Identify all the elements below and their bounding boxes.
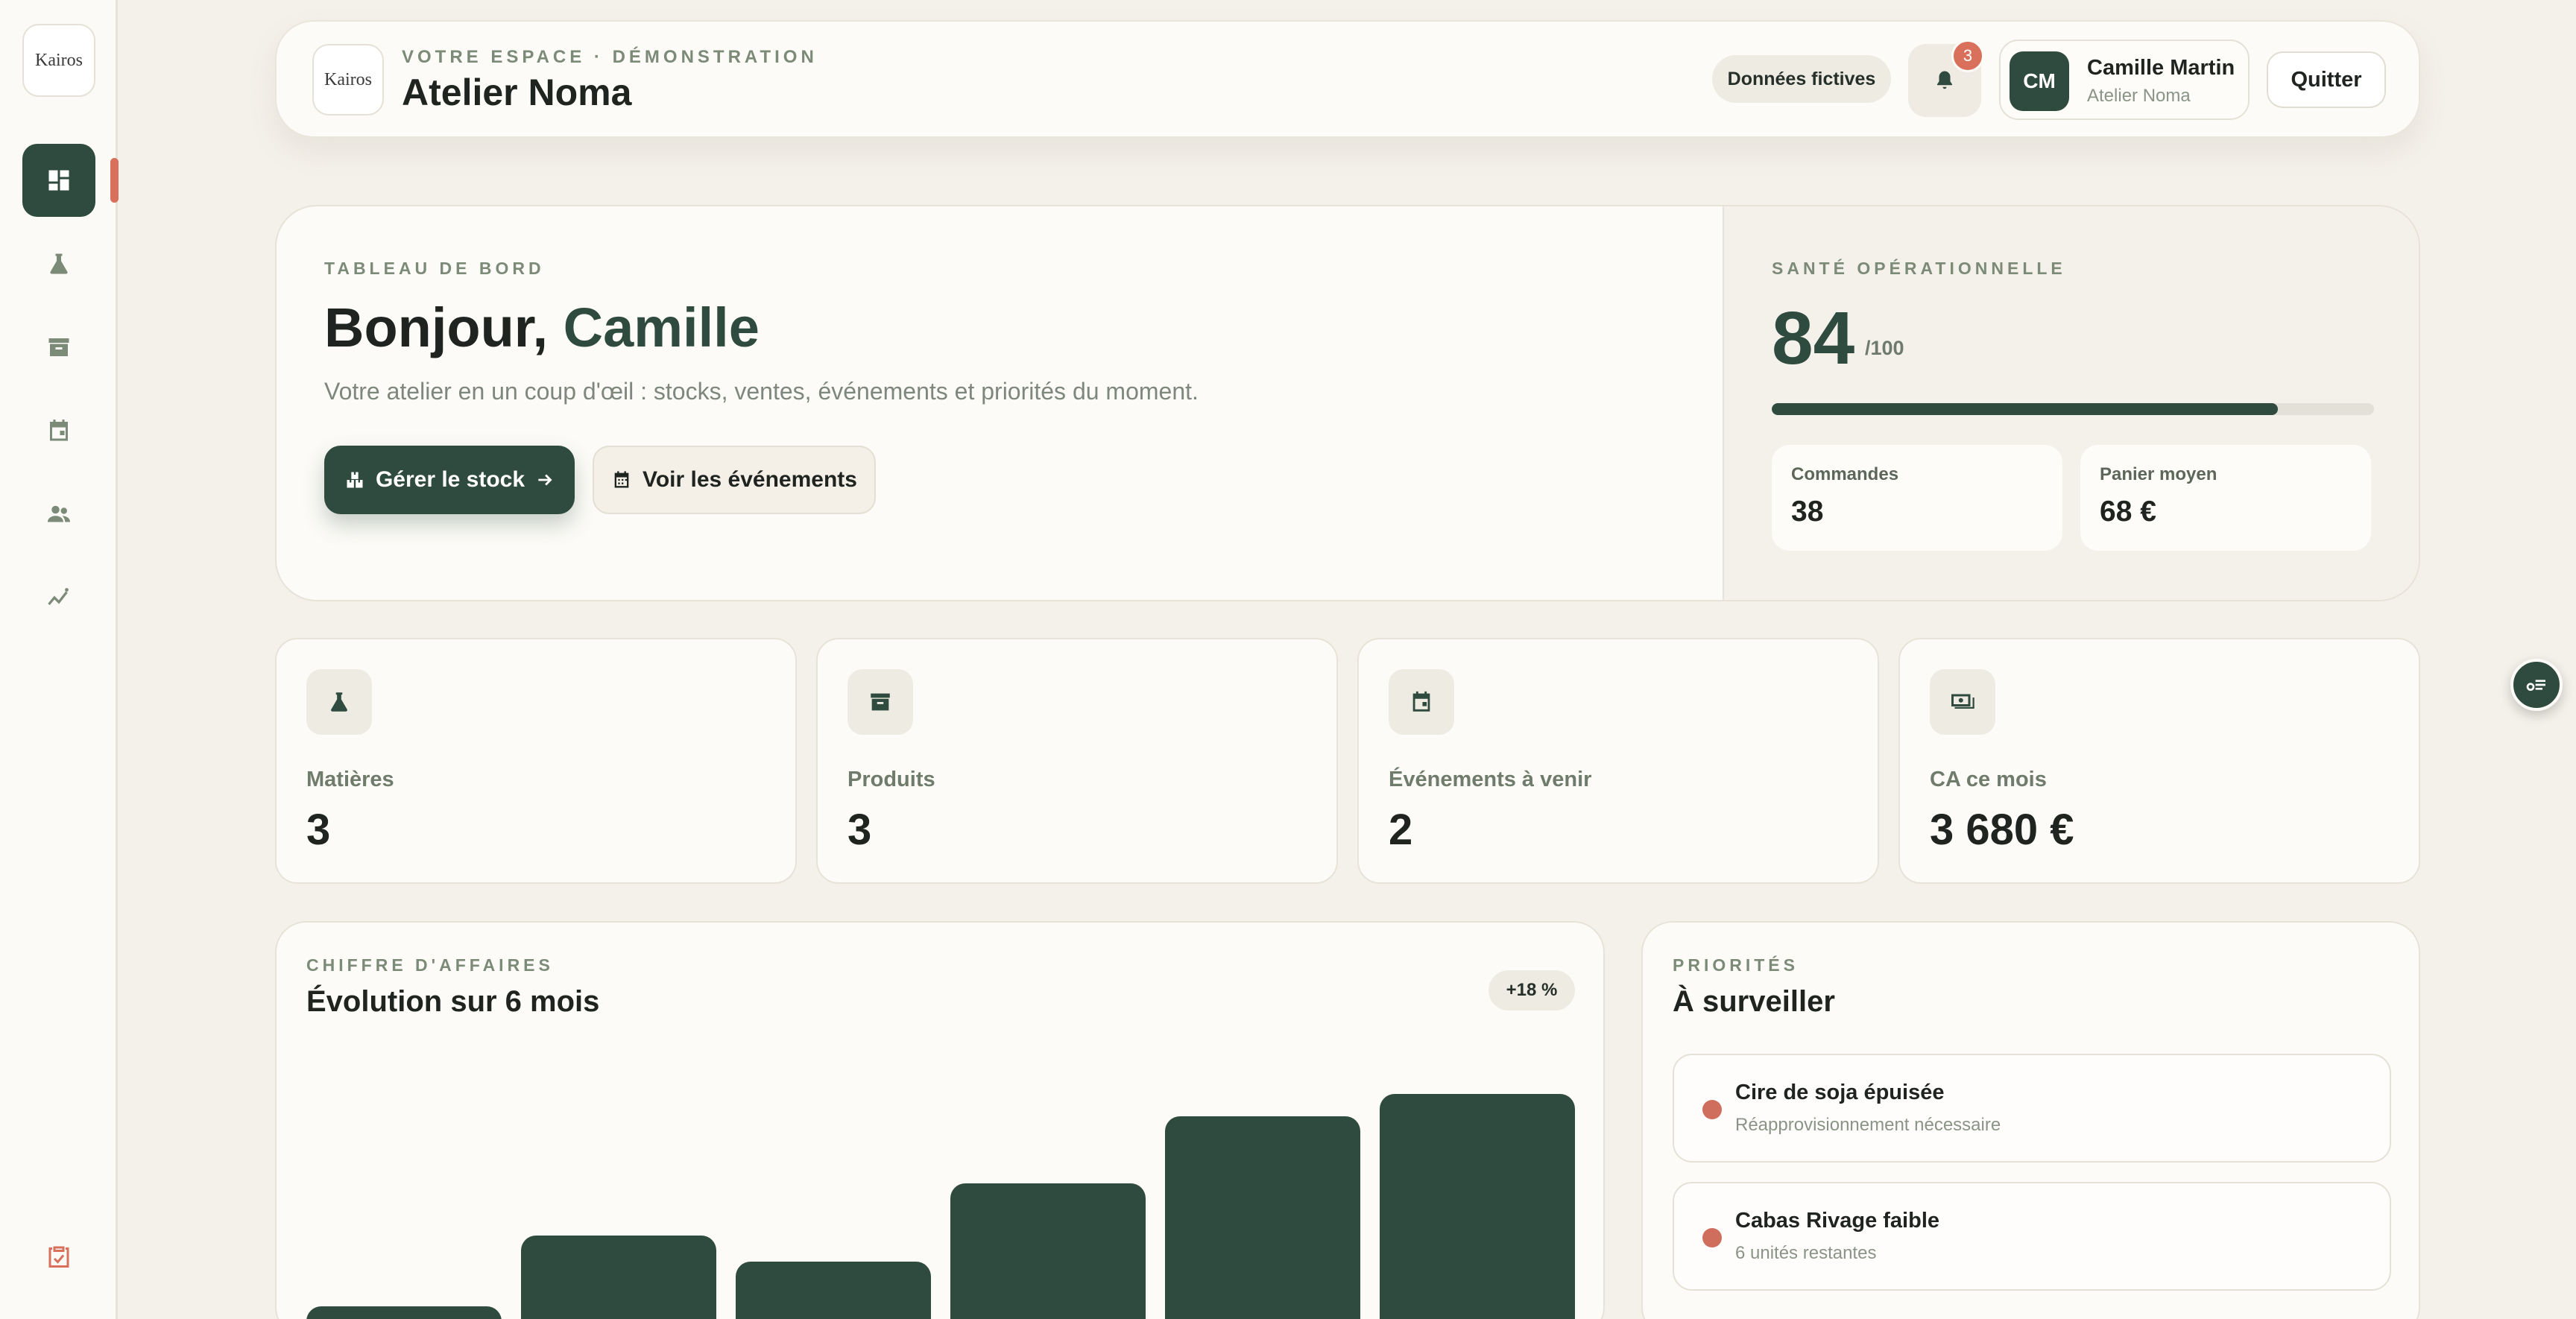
analytics-icon xyxy=(48,588,69,606)
kpi-card-materials[interactable]: Matières 3 xyxy=(275,638,797,884)
sidebar-item-analytics[interactable] xyxy=(22,561,95,634)
sidebar-item-products[interactable] xyxy=(22,311,95,384)
sidebar-item-customers[interactable] xyxy=(22,478,95,551)
priority-subtitle: Réapprovisionnement nécessaire xyxy=(1735,1115,2001,1135)
hero-card: TABLEAU DE BORD Bonjour, Camille Votre a… xyxy=(275,205,2420,601)
archive-box-icon xyxy=(48,338,69,356)
bell-icon xyxy=(1937,71,1952,89)
flask-icon xyxy=(331,692,347,712)
archive-box-icon xyxy=(871,693,890,711)
priority-subtitle: 6 unités restantes xyxy=(1735,1243,1877,1263)
avatar: CM xyxy=(2010,51,2069,111)
sidebar-item-dashboard[interactable] xyxy=(22,144,95,217)
kpi-icon-box xyxy=(306,669,372,735)
priorities-card: PRIORITÉS À surveiller Cire de soja épui… xyxy=(1641,921,2420,1319)
kpi-card-events[interactable]: Événements à venir 2 xyxy=(1357,638,1879,884)
priority-title: Cire de soja épuisée xyxy=(1735,1081,1945,1104)
average-basket-stat: Panier moyen 68 € xyxy=(2080,445,2371,551)
kpi-value: 3 680 € xyxy=(1930,806,2074,854)
kpi-value: 3 xyxy=(847,806,872,854)
priority-title: Cabas Rivage faible xyxy=(1735,1209,1939,1233)
kpi-icon-box xyxy=(847,669,913,735)
kpi-value: 2 xyxy=(1389,806,1413,854)
assistant-fab-button[interactable] xyxy=(2510,659,2563,711)
alert-dot xyxy=(1702,1228,1722,1247)
sidebar-item-events[interactable] xyxy=(22,394,95,467)
manage-stock-button[interactable]: Gérer le stock xyxy=(324,446,575,514)
trend-badge: +18 % xyxy=(1489,970,1575,1010)
people-icon xyxy=(48,505,70,522)
revenue-bar-5 xyxy=(1165,1116,1360,1319)
dashboard-icon xyxy=(48,170,69,191)
orders-label: Commandes xyxy=(1791,464,1899,484)
kpi-card-revenue[interactable]: CA ce mois 3 680 € xyxy=(1898,638,2420,884)
active-nav-indicator xyxy=(110,158,119,203)
kpi-card-products[interactable]: Produits 3 xyxy=(816,638,1338,884)
sidebar-item-materials[interactable] xyxy=(22,227,95,300)
health-score-max: /100 xyxy=(1865,337,1904,359)
view-events-button[interactable]: Voir les événements xyxy=(593,446,876,514)
cash-icon xyxy=(1951,694,1974,709)
page-title: Atelier Noma xyxy=(402,72,632,113)
priorities-eyebrow: PRIORITÉS xyxy=(1673,955,1799,975)
top-header: Kairos VOTRE ESPACE · DÉMONSTRATION Atel… xyxy=(275,20,2420,138)
hero-eyebrow: TABLEAU DE BORD xyxy=(324,259,545,278)
greeting-name: Camille xyxy=(563,297,760,358)
health-eyebrow: SANTÉ OPÉRATIONNELLE xyxy=(1772,259,2066,278)
revenue-chart-card: CHIFFRE D'AFFAIRES Évolution sur 6 mois … xyxy=(275,921,1605,1319)
average-basket-label: Panier moyen xyxy=(2100,464,2217,484)
hero-subtitle: Votre atelier en un coup d'œil : stocks,… xyxy=(324,378,1199,405)
alert-dot xyxy=(1702,1100,1722,1119)
boxes-icon xyxy=(347,472,363,488)
greeting: Bonjour, Camille xyxy=(324,296,760,359)
sidebar: Kairos xyxy=(0,0,119,1319)
task-list-icon xyxy=(2526,680,2545,691)
kpi-label: Produits xyxy=(847,768,935,791)
user-menu[interactable]: CM Camille Martin Atelier Noma xyxy=(1999,39,2250,120)
operational-health-panel: SANTÉ OPÉRATIONNELLE 84 /100 Commandes 3… xyxy=(1723,206,2419,600)
health-progress-fill xyxy=(1772,403,2278,415)
revenue-bar-6 xyxy=(1380,1094,1575,1319)
chart-title: Évolution sur 6 mois xyxy=(306,985,600,1018)
revenue-bar-2 xyxy=(521,1236,716,1319)
average-basket-value: 68 € xyxy=(2100,496,2156,528)
arrow-right-icon xyxy=(538,474,552,486)
priority-item[interactable]: Cabas Rivage faible 6 unités restantes xyxy=(1673,1182,2391,1291)
orders-stat: Commandes 38 xyxy=(1772,445,2062,551)
flask-icon xyxy=(50,253,68,274)
kpi-value: 3 xyxy=(306,806,331,854)
kpi-icon-box xyxy=(1389,669,1454,735)
kpi-label: CA ce mois xyxy=(1930,768,2047,791)
calendar-icon xyxy=(1412,691,1430,712)
revenue-bar-3 xyxy=(736,1262,931,1319)
revenue-bar-1 xyxy=(306,1306,502,1319)
priority-item[interactable]: Cire de soja épuisée Réapprovisionnement… xyxy=(1673,1054,2391,1163)
header-logo[interactable]: Kairos xyxy=(312,44,384,116)
view-events-label: Voir les événements xyxy=(643,467,857,492)
demo-data-chip: Données fictives xyxy=(1712,55,1891,103)
calendar-icon xyxy=(50,420,68,441)
kpi-label: Matières xyxy=(306,768,394,791)
health-progress-bar xyxy=(1772,403,2374,415)
health-score: 84 xyxy=(1772,297,1855,380)
kpi-icon-box xyxy=(1930,669,1995,735)
kpi-label: Événements à venir xyxy=(1389,768,1592,791)
sidebar-item-tasks[interactable] xyxy=(22,1220,95,1293)
calendar-icon xyxy=(614,471,629,488)
sidebar-logo[interactable]: Kairos xyxy=(22,24,95,97)
greeting-text: Bonjour, xyxy=(324,297,549,358)
priorities-title: À surveiller xyxy=(1673,985,1835,1018)
orders-value: 38 xyxy=(1791,496,1824,528)
notification-count-badge: 3 xyxy=(1951,39,1984,72)
revenue-bar-chart xyxy=(306,1049,1575,1319)
manage-stock-label: Gérer le stock xyxy=(375,467,525,492)
user-name: Camille Martin xyxy=(2087,56,2235,80)
revenue-bar-4 xyxy=(950,1183,1146,1319)
clipboard-check-icon xyxy=(48,1246,69,1268)
header-eyebrow: VOTRE ESPACE · DÉMONSTRATION xyxy=(402,47,818,67)
chart-eyebrow: CHIFFRE D'AFFAIRES xyxy=(306,955,554,975)
logout-button[interactable]: Quitter xyxy=(2267,51,2386,108)
user-organization: Atelier Noma xyxy=(2087,86,2191,106)
